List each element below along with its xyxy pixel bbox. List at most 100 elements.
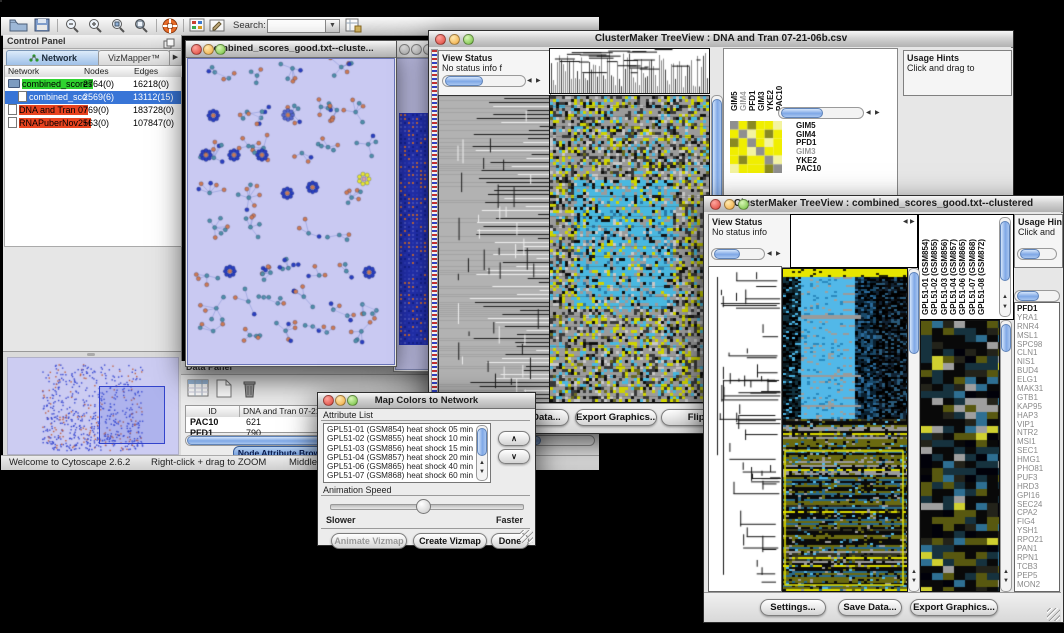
- tab-overflow-button[interactable]: ▶: [169, 50, 182, 66]
- heatmap-canvas[interactable]: [549, 95, 710, 403]
- gene-list-item[interactable]: PEP5: [1017, 571, 1059, 580]
- overview-viewport-rect[interactable]: [99, 386, 165, 444]
- export-graphics-button[interactable]: Export Graphics...: [910, 599, 998, 616]
- splitter-handle[interactable]: [87, 353, 95, 356]
- treeview-dna-titlebar[interactable]: ClusterMaker TreeView : DNA and Tran 07-…: [429, 31, 1013, 48]
- gene-list-item[interactable]: CLN1: [1017, 348, 1059, 357]
- gene-list-item[interactable]: MAK31: [1017, 384, 1059, 393]
- scroll-down-icon[interactable]: ▼: [479, 469, 485, 476]
- gene-list-item[interactable]: FIG4: [1017, 517, 1059, 526]
- gene-list-item[interactable]: CPA2: [1017, 508, 1059, 517]
- gene-list-item[interactable]: MON2: [1017, 580, 1059, 589]
- gene-list-item[interactable]: SPC98: [1017, 340, 1059, 349]
- heatmap-canvas[interactable]: [782, 268, 908, 592]
- gene-list-item[interactable]: MSL1: [1017, 331, 1059, 340]
- move-down-button[interactable]: ∨: [498, 449, 530, 464]
- gene-list-item[interactable]: PUF3: [1017, 473, 1059, 482]
- gene-list-item[interactable]: PAC10: [796, 164, 846, 173]
- gene-list-item[interactable]: GIM4: [796, 130, 846, 139]
- scrollbar-thumb[interactable]: [477, 428, 487, 456]
- move-up-button[interactable]: ∧: [498, 431, 530, 446]
- close-icon[interactable]: [399, 44, 410, 55]
- scrollbar-thumb[interactable]: [781, 108, 823, 118]
- close-icon[interactable]: [323, 395, 334, 406]
- attribute-list-item[interactable]: GPL51-07 (GSM868) heat shock 60 min: [325, 471, 475, 480]
- scroll-right-icon[interactable]: ▶: [536, 78, 541, 85]
- export-graphics-button[interactable]: Export Graphics...: [575, 409, 657, 426]
- network-list-row[interactable]: RNAPuberNov2+I563(0)107847(0): [5, 117, 181, 130]
- minimize-icon[interactable]: [411, 44, 422, 55]
- column-header-edges[interactable]: Edges: [131, 66, 182, 77]
- attribute-list-item[interactable]: GPL51-03 (GSM856) heat shock 15 min: [325, 444, 475, 453]
- gene-list-item[interactable]: PHO81: [1017, 464, 1059, 473]
- gene-list-item[interactable]: RPN1: [1017, 553, 1059, 562]
- labels-vscrollbar[interactable]: ▲ ▼: [999, 217, 1011, 317]
- gene-list-item[interactable]: YKE2: [796, 156, 846, 165]
- minimize-icon[interactable]: [724, 199, 735, 210]
- gene-list-item[interactable]: NTR2: [1017, 428, 1059, 437]
- settings-button[interactable]: Settings...: [760, 599, 826, 616]
- scroll-right-icon[interactable]: ▶: [875, 110, 880, 117]
- annotation-icon[interactable]: [209, 18, 226, 37]
- scroll-left-icon[interactable]: ◀: [903, 219, 908, 226]
- row-dendrogram-canvas[interactable]: [438, 95, 550, 403]
- scroll-left-icon[interactable]: ◀: [767, 251, 772, 258]
- scrollbar-thumb[interactable]: [714, 249, 740, 259]
- scroll-up-icon[interactable]: ▲: [479, 460, 485, 467]
- attribute-list-item[interactable]: GPL51-04 (GSM857) heat shock 20 min: [325, 453, 475, 462]
- resize-grip[interactable]: [1047, 608, 1060, 621]
- gene-list-item[interactable]: VIP1: [1017, 420, 1059, 429]
- gene-list-item[interactable]: YSH1: [1017, 526, 1059, 535]
- attribute-table-icon[interactable]: [345, 18, 362, 38]
- row-dendrogram-canvas[interactable]: [708, 266, 782, 592]
- gene-list-item[interactable]: SEC24: [1017, 500, 1059, 509]
- column-header-network[interactable]: Network: [5, 66, 84, 77]
- gene-list-item[interactable]: GTB1: [1017, 393, 1059, 402]
- gene-list-item[interactable]: SEC1: [1017, 446, 1059, 455]
- scroll-down-icon[interactable]: ▼: [1002, 304, 1008, 311]
- column-header-nodes[interactable]: Nodes: [81, 66, 134, 77]
- gene-list-item[interactable]: NIS1: [1017, 357, 1059, 366]
- gene-list-item[interactable]: GIM5: [796, 121, 846, 130]
- gene-list-item[interactable]: BUD4: [1017, 366, 1059, 375]
- cluster-vscrollbar[interactable]: ▲ ▼: [1000, 320, 1012, 592]
- attribute-list-item[interactable]: GPL51-02 (GSM855) heat shock 10 min: [325, 434, 475, 443]
- slider-thumb[interactable]: [416, 499, 431, 514]
- scroll-left-icon[interactable]: ◀: [527, 78, 532, 85]
- dialog-titlebar[interactable]: Map Colors to Network: [318, 393, 535, 409]
- view-status-scrollbar[interactable]: [711, 248, 765, 260]
- heatmap-vscrollbar[interactable]: ▲ ▼: [908, 268, 920, 592]
- scrollbar-thumb[interactable]: [1017, 291, 1039, 301]
- zoom-window-icon[interactable]: [738, 199, 749, 210]
- column-tree-panel[interactable]: ◀ ▶: [790, 214, 918, 268]
- gene-list-item[interactable]: MSI1: [1017, 437, 1059, 446]
- gene-list-item[interactable]: PFD1: [1017, 304, 1059, 313]
- vizmapper-icon[interactable]: [189, 18, 205, 37]
- scroll-down-icon[interactable]: ▼: [1003, 578, 1009, 585]
- scroll-up-icon[interactable]: ▲: [1002, 294, 1008, 301]
- select-attributes-icon[interactable]: [187, 379, 209, 402]
- close-icon[interactable]: [191, 44, 202, 55]
- zoom-window-icon[interactable]: [463, 34, 474, 45]
- scroll-up-icon[interactable]: ▲: [1003, 569, 1009, 576]
- gene-list-item[interactable]: GPI16: [1017, 491, 1059, 500]
- gene-list-item[interactable]: ELG1: [1017, 375, 1059, 384]
- minimize-icon[interactable]: [449, 34, 460, 45]
- network-window-titlebar[interactable]: combined_scores_good.txt--cluste...: [186, 41, 396, 58]
- gene-list-item[interactable]: TCB3: [1017, 562, 1059, 571]
- new-attribute-icon[interactable]: [215, 379, 233, 403]
- submatrix-hscrollbar[interactable]: [778, 107, 864, 119]
- close-icon[interactable]: [710, 199, 721, 210]
- scrollbar-thumb[interactable]: [1000, 221, 1010, 281]
- treeview-combined-titlebar[interactable]: ClusterMaker TreeView : combined_scores_…: [704, 196, 1063, 213]
- attribute-list-item[interactable]: GPL51-01 (GSM854) heat shock 05 min: [325, 425, 475, 434]
- gene-list-item[interactable]: PAN1: [1017, 544, 1059, 553]
- close-icon[interactable]: [435, 34, 446, 45]
- search-dropdown-icon[interactable]: ▼: [325, 19, 340, 33]
- usage-hints-scrollbar[interactable]: [1017, 248, 1057, 260]
- network-list-row[interactable]: DNA and Tran 07769(0)183728(0): [5, 104, 181, 117]
- animate-vizmap-button[interactable]: Animate Vizmap: [331, 533, 407, 549]
- attribute-list-vscrollbar[interactable]: ▲ ▼: [476, 425, 488, 481]
- gene-list-item[interactable]: RNR4: [1017, 322, 1059, 331]
- tab-vizmapper[interactable]: VizMapper™: [98, 50, 170, 66]
